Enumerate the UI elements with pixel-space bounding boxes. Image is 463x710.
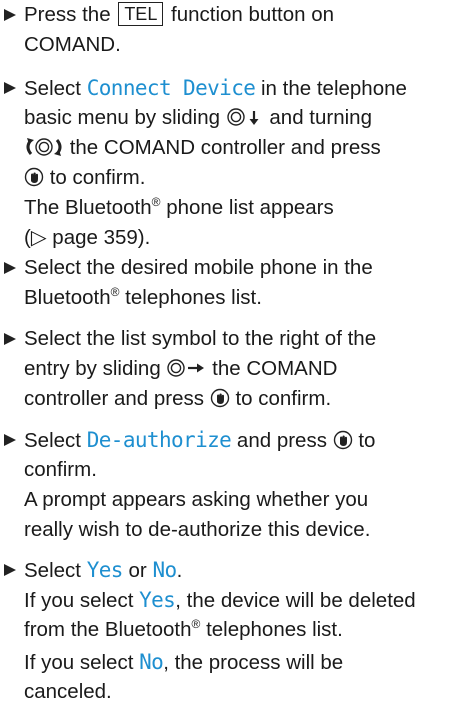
step-2-line-5: The Bluetooth® phone list appears <box>24 193 334 223</box>
controller-press-icon <box>333 430 352 449</box>
text: The Bluetooth <box>24 196 152 219</box>
step-5-line-1: Select De-authorize and press to <box>24 425 375 456</box>
text: to confirm. <box>235 387 332 410</box>
text: and press <box>236 429 327 452</box>
bullet-arrow-icon <box>4 564 16 576</box>
controller-slide-down-icon <box>227 107 259 126</box>
text: the COMAND <box>212 357 338 380</box>
text: phone list appears <box>166 196 334 219</box>
controller-turn-icon <box>26 137 62 156</box>
registered-mark: ® <box>191 617 201 632</box>
text: the COMAND controller and press <box>69 136 381 159</box>
step-3-line-1: Select the desired mobile phone in the <box>24 256 373 279</box>
bullet-arrow-icon <box>4 333 16 345</box>
text: Select <box>24 559 81 582</box>
yes-option: Yes <box>86 558 124 582</box>
de-authorize-menu-item: De-authorize <box>86 428 232 452</box>
text: to <box>358 429 376 452</box>
bullet-arrow-icon <box>4 82 16 94</box>
step-4-line-2: entry by sliding the COMAND <box>24 354 337 384</box>
step-5-line-4: really wish to de-authorize this device. <box>24 518 371 541</box>
text: , the device will be deleted <box>175 589 416 612</box>
text: in the telephone <box>261 77 407 100</box>
text: or <box>128 559 147 582</box>
step-6-line-5: canceled. <box>24 680 112 703</box>
connect-device-menu-item: Connect Device <box>86 76 256 100</box>
registered-mark: ® <box>110 285 120 300</box>
text: Press the <box>24 3 111 26</box>
step-6-line-4: If you select No, the process will be <box>24 647 343 678</box>
text: from the Bluetooth <box>24 618 192 641</box>
step-6-line-1: Select Yes or No. <box>24 555 182 586</box>
text: If you select <box>24 589 134 612</box>
controller-slide-right-icon <box>167 358 205 377</box>
step-5-line-3: A prompt appears asking whether you <box>24 488 369 511</box>
text: telephones list. <box>125 286 262 309</box>
step-3-line-2: Bluetooth® telephones list. <box>24 283 262 313</box>
tel-key-label: TEL <box>118 2 164 26</box>
step-1-line-2: COMAND. <box>24 33 121 56</box>
registered-mark: ® <box>151 195 161 210</box>
step-2-line-3: the COMAND controller and press <box>24 133 381 163</box>
text: telephones list. <box>206 618 343 641</box>
text: If you select <box>24 651 134 674</box>
step-2-line-1: Select Connect Device in the telephone <box>24 73 407 104</box>
manual-page: Press the TEL function button on COMAND.… <box>0 0 463 710</box>
step-2-line-4: to confirm. <box>24 163 145 193</box>
step-1-line-1: Press the TEL function button on <box>24 0 334 30</box>
step-5-line-2: confirm. <box>24 458 97 481</box>
bullet-arrow-icon <box>4 9 16 21</box>
step-4-line-3: controller and press to confirm. <box>24 384 331 414</box>
step-2-line-6: (▷ page 359). <box>24 226 151 249</box>
text: basic menu by sliding <box>24 106 220 129</box>
step-6-line-2: If you select Yes, the device will be de… <box>24 585 416 616</box>
text: Select <box>24 77 81 100</box>
text: and turning <box>269 106 372 129</box>
yes-option: Yes <box>139 588 176 612</box>
text: entry by sliding <box>24 357 161 380</box>
text: . <box>176 559 183 582</box>
controller-press-icon <box>210 388 229 407</box>
text: to confirm. <box>49 166 146 189</box>
no-option: No <box>139 650 164 674</box>
text: Select <box>24 429 81 452</box>
step-4-line-1: Select the list symbol to the right of t… <box>24 327 377 350</box>
text: function button on <box>171 3 335 26</box>
controller-press-icon <box>24 167 44 186</box>
step-6-line-3: from the Bluetooth® telephones list. <box>24 615 343 645</box>
step-2-line-2: basic menu by sliding and turning <box>24 103 372 133</box>
text: , the process will be <box>163 651 344 674</box>
bullet-arrow-icon <box>4 434 16 446</box>
text: controller and press <box>24 387 205 410</box>
no-option: No <box>152 558 177 582</box>
text: Bluetooth <box>24 286 111 309</box>
bullet-arrow-icon <box>4 262 16 274</box>
